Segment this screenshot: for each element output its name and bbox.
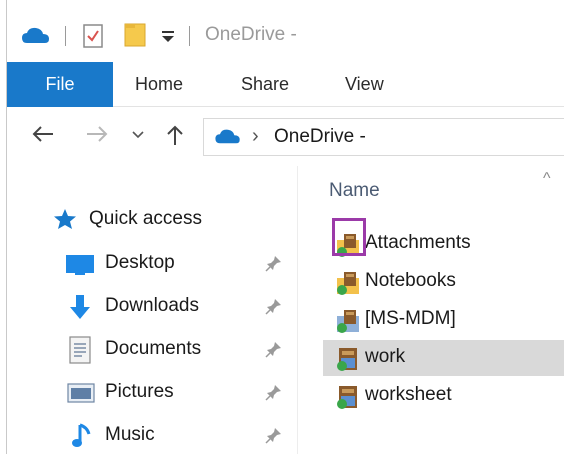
notebook-folder-icon	[335, 270, 361, 296]
tab-share[interactable]: Share	[241, 62, 289, 107]
recent-locations-chevron-icon[interactable]	[131, 124, 145, 149]
nav-item-desktop[interactable]: Desktop	[7, 244, 295, 284]
star-icon	[53, 208, 77, 235]
onedrive-cloud-icon	[214, 128, 242, 151]
back-arrow-icon[interactable]	[31, 124, 55, 149]
pin-icon[interactable]	[265, 297, 283, 315]
ribbon-tabs: File Home Share View	[7, 62, 564, 107]
pin-icon[interactable]	[265, 383, 283, 401]
file-row-ms-mdm[interactable]: [MS-MDM]	[329, 302, 564, 338]
nav-item-music[interactable]: Music	[7, 416, 295, 454]
music-note-icon	[71, 422, 93, 454]
customize-toolbar-icon[interactable]	[161, 30, 175, 48]
nav-item-pictures[interactable]: Pictures	[7, 373, 295, 413]
download-arrow-icon	[67, 293, 93, 326]
nav-label: Downloads	[105, 295, 199, 316]
forward-arrow-icon[interactable]	[85, 124, 109, 149]
onedrive-cloud-icon	[21, 26, 51, 51]
navigation-bar: › OneDrive -	[7, 108, 564, 166]
file-row-work[interactable]: work	[323, 340, 564, 376]
file-name: work	[365, 346, 406, 367]
breadcrumb-separator[interactable]: ›	[252, 125, 259, 148]
pin-icon[interactable]	[265, 340, 283, 358]
notebook-icon	[335, 346, 361, 372]
explorer-window: OneDrive - File Home Share View › OneDri…	[6, 0, 564, 454]
pane-divider[interactable]	[297, 166, 298, 454]
properties-icon[interactable]	[83, 24, 103, 53]
file-name: Notebooks	[365, 270, 456, 291]
nav-label: Pictures	[105, 381, 174, 402]
nav-label: Documents	[105, 338, 202, 359]
pin-icon[interactable]	[265, 254, 283, 272]
file-name: worksheet	[365, 384, 452, 405]
toolbar-separator	[189, 26, 190, 46]
document-icon	[69, 336, 91, 369]
breadcrumb-onedrive[interactable]: OneDrive -	[274, 126, 366, 148]
tab-home[interactable]: Home	[135, 62, 183, 107]
navigation-pane: Quick access Desktop Downloads Documents…	[7, 166, 295, 454]
column-header-name[interactable]: Name	[329, 180, 380, 202]
up-arrow-icon[interactable]	[165, 124, 185, 151]
nav-label: Quick access	[89, 208, 202, 229]
tab-view[interactable]: View	[345, 62, 384, 107]
nav-label: Desktop	[105, 252, 175, 273]
file-row-notebooks[interactable]: Notebooks	[329, 264, 564, 300]
pin-icon[interactable]	[265, 426, 283, 444]
new-folder-icon[interactable]	[123, 22, 147, 53]
file-row-worksheet[interactable]: worksheet	[329, 378, 564, 414]
file-name: [MS-MDM]	[365, 308, 456, 329]
nav-item-downloads[interactable]: Downloads	[7, 287, 295, 327]
pictures-icon	[67, 383, 95, 410]
title-bar: OneDrive -	[7, 0, 564, 62]
nav-label: Music	[105, 424, 155, 445]
sort-ascending-icon: ^	[543, 170, 551, 187]
file-name: Attachments	[365, 232, 471, 253]
nav-item-quick-access[interactable]: Quick access	[7, 200, 295, 240]
desktop-icon	[65, 254, 95, 281]
notebook-icon	[335, 384, 361, 410]
window-title: OneDrive -	[205, 24, 297, 45]
toolbar-separator	[65, 26, 66, 46]
notebook-folder-icon	[335, 308, 361, 334]
file-list: Name ^ Attachments Notebooks [MS-MDM] wo…	[299, 166, 564, 454]
highlight-annotation-box	[332, 218, 366, 256]
address-bar[interactable]: › OneDrive -	[203, 118, 564, 156]
nav-item-documents[interactable]: Documents	[7, 330, 295, 370]
tab-file[interactable]: File	[7, 62, 113, 107]
